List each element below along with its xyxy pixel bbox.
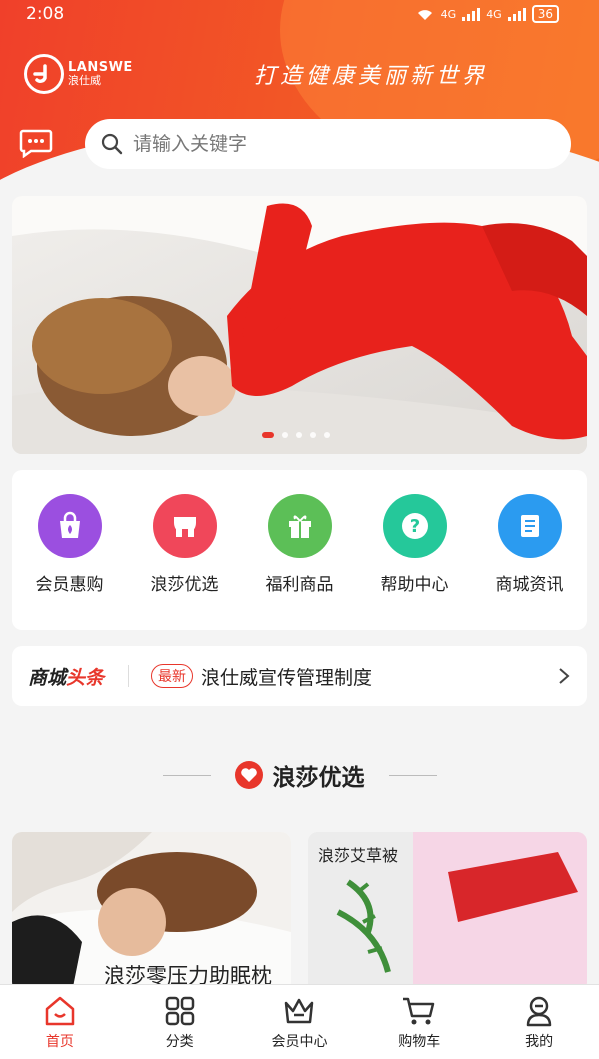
storefront-icon [152, 494, 217, 558]
home-icon [45, 996, 75, 1026]
menu-item-member-deals[interactable]: 会员惠购 [20, 494, 120, 630]
header-slogan: 打造健康美丽新世界 [254, 64, 489, 89]
chevron-right-icon[interactable] [557, 666, 571, 686]
crown-icon [285, 998, 314, 1024]
search-icon [101, 133, 123, 155]
new-badge: 最新 [151, 664, 194, 688]
section-heading: 浪莎优选 [0, 758, 599, 792]
logo-text-en: LANSWE [68, 60, 133, 76]
banner-image [12, 196, 587, 454]
banner-dot[interactable] [324, 432, 330, 438]
menu-label: 浪莎优选 [150, 575, 219, 595]
cart-icon [403, 997, 435, 1025]
brand-logo: LANSWE 浪仕威 [24, 54, 133, 94]
menu-label: 会员惠购 [35, 575, 104, 595]
network-label-2: 4G [486, 7, 502, 21]
ticker-divider [128, 665, 130, 687]
tab-mine[interactable]: 我的 [479, 985, 599, 1059]
ticker-brand-a: 商城 [28, 666, 67, 689]
gift-icon [267, 494, 332, 558]
tab-label: 首页 [45, 1034, 74, 1050]
ticker-brand: 商城头条 [28, 663, 104, 690]
message-button[interactable] [19, 128, 53, 159]
help-icon: ? [382, 494, 447, 558]
news-ticker[interactable]: 商城头条 最新 浪仕威宣传管理制度 [12, 646, 587, 706]
signal-icon [462, 7, 481, 21]
signal-icon [507, 7, 526, 21]
wifi-icon [417, 10, 432, 20]
banner-dot[interactable] [282, 432, 288, 438]
heart-icon [234, 761, 263, 789]
menu-item-news[interactable]: 商城资讯 [480, 494, 580, 630]
heading-line [388, 774, 437, 776]
menu-label: 福利商品 [265, 575, 334, 595]
tab-label: 分类 [165, 1034, 194, 1050]
menu-item-welfare[interactable]: 福利商品 [250, 494, 350, 630]
menu-label: 商城资讯 [495, 575, 564, 595]
chat-icon [19, 129, 53, 159]
shopping-bag-icon [37, 494, 102, 558]
user-icon [526, 996, 552, 1027]
product-card[interactable]: 浪莎艾草被 [308, 832, 587, 992]
heading-line [162, 774, 211, 776]
banner-dot[interactable] [262, 432, 274, 438]
tab-cart[interactable]: 购物车 [359, 985, 479, 1059]
tab-category[interactable]: 分类 [120, 985, 240, 1059]
tab-label: 会员中心 [271, 1034, 328, 1050]
quick-menu: 会员惠购 浪莎优选 福利商品 ? 帮助中心 商城资讯 [12, 470, 587, 630]
product-card[interactable]: 浪莎零压力助眠枕 [12, 832, 291, 992]
banner-pagination [262, 432, 330, 438]
svg-text:?: ? [409, 516, 419, 537]
logo-text-cn: 浪仕威 [68, 74, 101, 88]
product-name: 浪莎艾草被 [318, 846, 399, 865]
status-time: 2:08 [26, 4, 65, 24]
news-icon [497, 494, 562, 558]
banner-dot[interactable] [296, 432, 302, 438]
status-bar: 2:08 4G 4G 36 [0, 0, 599, 30]
grid-icon [165, 996, 194, 1026]
menu-item-help[interactable]: ? 帮助中心 [365, 494, 465, 630]
banner-dot[interactable] [310, 432, 316, 438]
search-input[interactable] [133, 133, 533, 155]
ticker-brand-b: 头条 [66, 666, 105, 689]
tab-member-center[interactable]: 会员中心 [240, 985, 360, 1059]
menu-label: 帮助中心 [380, 575, 449, 595]
menu-item-featured[interactable]: 浪莎优选 [135, 494, 235, 630]
tab-label: 我的 [525, 1034, 554, 1050]
logo-mark-icon [24, 54, 64, 94]
search-bar[interactable] [85, 119, 571, 169]
tab-home[interactable]: 首页 [0, 985, 120, 1059]
tab-label: 购物车 [398, 1034, 441, 1050]
section-title: 浪莎优选 [272, 765, 365, 791]
status-icons: 4G 4G 36 [415, 5, 559, 23]
bottom-nav: 首页 分类 会员中心 购物车 我的 [0, 984, 599, 1059]
ticker-headline[interactable]: 浪仕威宣传管理制度 [201, 663, 557, 690]
promo-banner[interactable] [12, 196, 587, 454]
network-label-1: 4G [440, 7, 457, 21]
battery-icon: 36 [531, 5, 559, 23]
